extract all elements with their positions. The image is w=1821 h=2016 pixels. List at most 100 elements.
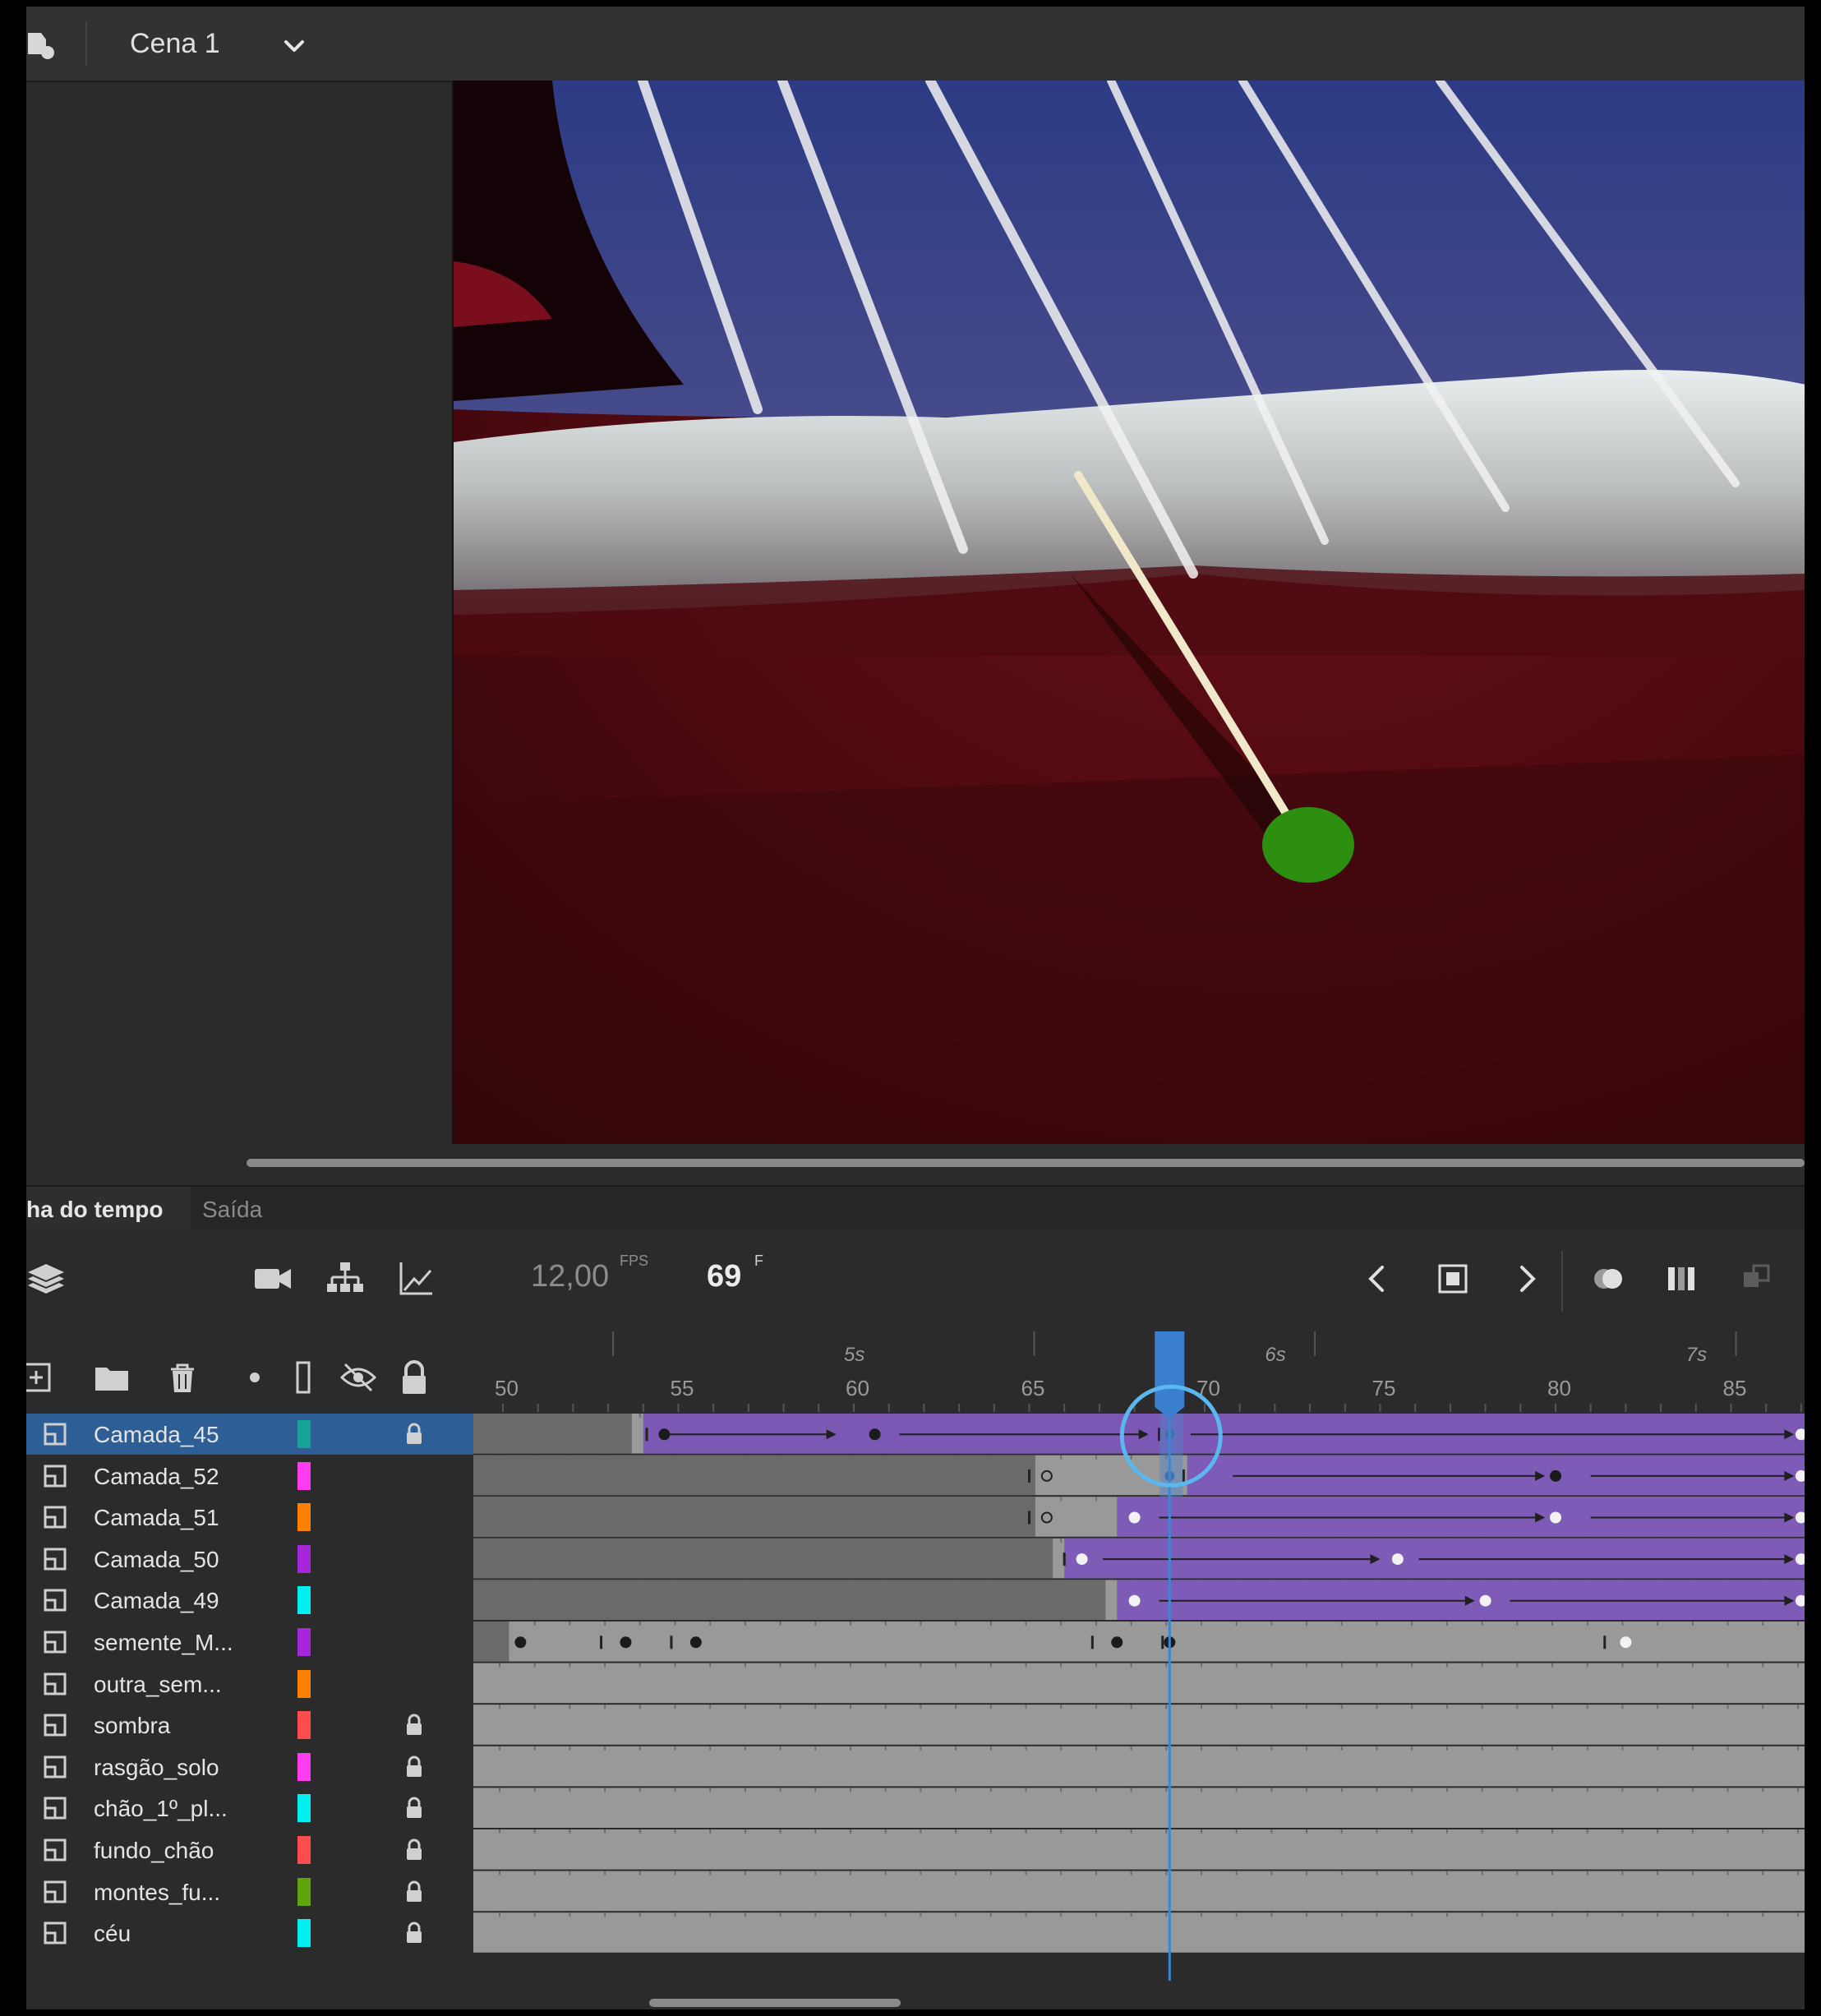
lock-icon[interactable] — [403, 1796, 426, 1820]
layer-name[interactable]: Camada_50 — [94, 1547, 219, 1573]
add-keyframe-icon[interactable] — [1431, 1257, 1474, 1300]
frame-row — [473, 1871, 1805, 1912]
layer-row[interactable]: montes_fu... — [26, 1871, 473, 1912]
layer-color-swatch[interactable] — [297, 1628, 311, 1656]
layer-color-swatch[interactable] — [297, 1752, 311, 1781]
keyframe — [620, 1636, 632, 1649]
layer-name[interactable]: outra_sem... — [94, 1672, 222, 1698]
next-keyframe-icon[interactable] — [1505, 1257, 1548, 1300]
keyframe — [869, 1428, 881, 1441]
lock-icon[interactable] — [403, 1713, 426, 1737]
outline-icon[interactable] — [284, 1358, 324, 1397]
fps-value[interactable]: 12,00 — [531, 1259, 609, 1294]
camera-icon[interactable] — [251, 1257, 294, 1300]
empty-frames — [473, 1580, 1106, 1620]
layer-name[interactable]: fundo_chão — [94, 1838, 214, 1864]
layer-color-swatch[interactable] — [297, 1669, 311, 1698]
layer-name[interactable]: Camada_51 — [94, 1505, 219, 1531]
layer-name[interactable]: Camada_45 — [94, 1422, 219, 1448]
layers-icon[interactable] — [26, 1257, 67, 1300]
layer-row[interactable]: Camada_50 — [26, 1539, 473, 1580]
layer-row[interactable]: semente_M... — [26, 1622, 473, 1663]
playhead-handle — [1155, 1331, 1185, 1419]
current-frame-value[interactable]: 69 — [707, 1259, 741, 1294]
tab-timeline-label: ha do tempo — [26, 1197, 164, 1222]
timeline-horizontal-scrollbar[interactable] — [649, 1999, 901, 2007]
frame-unit: F — [754, 1253, 763, 1269]
empty-frames — [473, 1538, 1053, 1579]
lock-icon[interactable] — [394, 1358, 434, 1397]
lock-icon[interactable] — [403, 1838, 426, 1862]
lock-icon[interactable] — [403, 1880, 426, 1904]
layer-row[interactable]: céu — [26, 1912, 473, 1954]
layer-row[interactable]: sombra — [26, 1705, 473, 1746]
layer-color-swatch[interactable] — [297, 1461, 311, 1490]
chevron-down-icon[interactable] — [279, 31, 309, 61]
new-layer-icon[interactable] — [26, 1358, 58, 1397]
layer-color-swatch[interactable] — [297, 1544, 311, 1573]
layer-row[interactable]: Camada_52 — [26, 1455, 473, 1497]
layer-color-swatch[interactable] — [297, 1711, 311, 1740]
tab-timeline[interactable]: ha do tempo — [26, 1187, 191, 1231]
layer-color-swatch[interactable] — [297, 1919, 311, 1948]
layer-icon — [44, 1423, 67, 1446]
frame-row — [473, 1663, 1805, 1704]
layers-panel: Camada_45 Camada_52 Camada_51 Camada_50 Cama… — [26, 1331, 475, 2009]
layer-row[interactable]: rasgão_solo — [26, 1746, 473, 1788]
layer-name[interactable]: chão_1º_pl... — [94, 1796, 228, 1822]
ruler-frame-number: 65 — [1021, 1376, 1045, 1400]
lock-icon[interactable] — [403, 1755, 426, 1779]
layer-color-swatch[interactable] — [297, 1503, 311, 1532]
graph-icon[interactable] — [394, 1257, 437, 1300]
scene-icon[interactable] — [26, 28, 59, 61]
new-folder-icon[interactable] — [92, 1358, 131, 1397]
keyframe — [1128, 1594, 1141, 1607]
onion-skin-icon[interactable] — [1588, 1257, 1630, 1300]
layer-name[interactable]: sombra — [94, 1713, 170, 1739]
layer-icon — [44, 1631, 67, 1654]
stage-canvas[interactable] — [452, 81, 1805, 1144]
layer-row[interactable]: chão_1º_pl... — [26, 1788, 473, 1829]
layer-name[interactable]: rasgão_solo — [94, 1755, 219, 1781]
frames-grid[interactable]: 50 55 60 65 70 75 80 855s 6s 7s — [473, 1331, 1805, 2009]
layer-name[interactable]: semente_M... — [94, 1630, 233, 1656]
layer-name[interactable]: Camada_52 — [94, 1464, 219, 1490]
tab-output[interactable]: Saída — [202, 1197, 262, 1223]
loop-icon[interactable] — [1736, 1257, 1778, 1300]
frame-row — [473, 1912, 1805, 1953]
scene-name[interactable]: Cena 1 — [130, 28, 220, 60]
layer-name[interactable]: montes_fu... — [94, 1880, 220, 1906]
layer-icon — [44, 1465, 67, 1488]
layer-color-swatch[interactable] — [297, 1420, 311, 1448]
hierarchy-icon[interactable] — [324, 1257, 367, 1300]
lock-icon[interactable] — [403, 1422, 426, 1446]
layer-color-swatch[interactable] — [297, 1877, 311, 1906]
layer-color-swatch[interactable] — [297, 1586, 311, 1615]
layer-row[interactable]: Camada_45 — [26, 1414, 473, 1455]
ruler-frame-number: 80 — [1547, 1376, 1571, 1400]
layer-color-swatch[interactable] — [297, 1836, 311, 1864]
ruler-seconds-label: 7s — [1686, 1344, 1707, 1366]
layer-name[interactable]: céu — [94, 1921, 131, 1947]
keyframe — [1076, 1553, 1088, 1566]
edit-multiple-frames-icon[interactable] — [1662, 1257, 1704, 1300]
keyframe — [1391, 1553, 1404, 1566]
layer-name[interactable]: Camada_49 — [94, 1588, 219, 1614]
dot-icon[interactable] — [235, 1358, 274, 1397]
layer-icon — [44, 1838, 67, 1861]
prev-keyframe-icon[interactable] — [1356, 1257, 1399, 1300]
timeline-toolbar: 12,00 FPS 69 F — [26, 1229, 1805, 1331]
lock-icon[interactable] — [403, 1921, 426, 1945]
delete-icon[interactable] — [163, 1358, 202, 1397]
layer-row[interactable]: Camada_49 — [26, 1580, 473, 1621]
layer-row[interactable]: fundo_chão — [26, 1829, 473, 1871]
stage-horizontal-scrollbar[interactable] — [247, 1159, 1805, 1167]
empty-frames — [473, 1622, 509, 1662]
visibility-icon[interactable] — [339, 1358, 378, 1397]
layer-row[interactable]: Camada_51 — [26, 1497, 473, 1538]
frames-area[interactable]: 50 55 60 65 70 75 80 85 5s 6s 7s — [473, 1331, 1805, 2009]
ruler-frame-number: 75 — [1372, 1376, 1396, 1400]
layer-icon — [44, 1714, 67, 1737]
layer-color-swatch[interactable] — [297, 1794, 311, 1823]
layer-row[interactable]: outra_sem... — [26, 1663, 473, 1705]
